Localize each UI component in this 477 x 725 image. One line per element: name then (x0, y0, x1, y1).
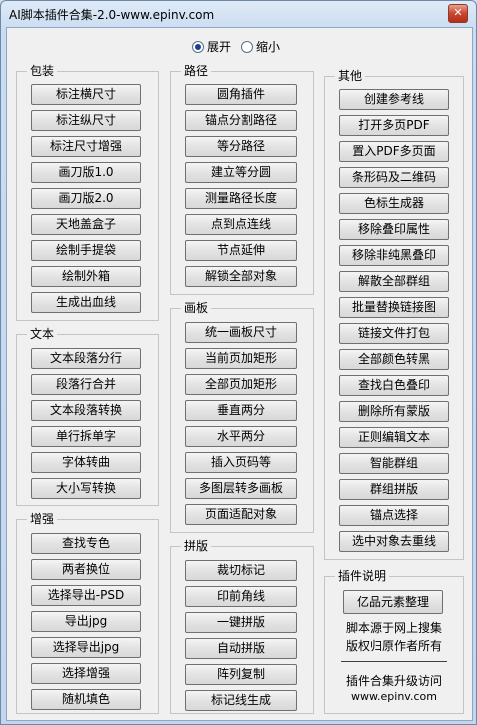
app-window: AI脚本插件合集-2.0-www.epinv.com ✕ 展开 缩小 包装 标注… (0, 0, 477, 725)
collapse-radio[interactable]: 缩小 (241, 38, 280, 55)
button-text-1[interactable]: 段落行合并 (31, 374, 141, 395)
button-packaging-4[interactable]: 画刀版2.0 (31, 188, 141, 209)
group-packaging-title: 包装 (27, 64, 58, 79)
button-enhance-5[interactable]: 选择增强 (31, 663, 141, 684)
button-packaging-6[interactable]: 绘制手提袋 (31, 240, 141, 261)
button-enhance-4[interactable]: 选择导出jpg (31, 637, 141, 658)
button-path-4[interactable]: 测量路径长度 (185, 188, 297, 209)
button-other-12[interactable]: 删除所有蒙版 (339, 401, 449, 422)
button-imposition-5[interactable]: 标记线生成 (185, 690, 297, 711)
button-other-5[interactable]: 移除叠印属性 (339, 219, 449, 240)
button-other-13[interactable]: 正则编辑文本 (339, 427, 449, 448)
button-other-6[interactable]: 移除非纯黑叠印 (339, 245, 449, 266)
button-text-3[interactable]: 单行拆单字 (31, 426, 141, 447)
group-path-title: 路径 (181, 64, 212, 79)
collapse-radio-label: 缩小 (256, 40, 281, 54)
about-line-3: 插件合集升级访问 (345, 674, 442, 688)
group-about: 插件说明 亿品元素整理 脚本源于网上搜集 版权归原作者所有 插件合集升级访问 w… (324, 569, 464, 714)
button-path-6[interactable]: 节点延伸 (185, 240, 297, 261)
group-imposition-title: 拼版 (181, 539, 212, 554)
button-packaging-7[interactable]: 绘制外箱 (31, 266, 141, 287)
button-imposition-4[interactable]: 阵列复制 (185, 664, 297, 685)
button-other-15[interactable]: 群组拼版 (339, 479, 449, 500)
button-path-3[interactable]: 建立等分圆 (185, 162, 297, 183)
button-other-3[interactable]: 条形码及二维码 (339, 167, 449, 188)
button-enhance-1[interactable]: 两者换位 (31, 559, 141, 580)
button-other-1[interactable]: 打开多页PDF (339, 115, 449, 136)
button-packaging-3[interactable]: 画刀版1.0 (31, 162, 141, 183)
button-other-9[interactable]: 链接文件打包 (339, 323, 449, 344)
about-divider (341, 661, 447, 662)
button-other-7[interactable]: 解散全部群组 (339, 271, 449, 292)
button-imposition-0[interactable]: 裁切标记 (185, 560, 297, 581)
button-imposition-1[interactable]: 印前角线 (185, 586, 297, 607)
button-other-8[interactable]: 批量替换链接图 (339, 297, 449, 318)
button-text-5[interactable]: 大小写转换 (31, 478, 141, 499)
window-title: AI脚本插件合集-2.0-www.epinv.com (9, 8, 215, 22)
mode-radio-group: 展开 缩小 (7, 38, 472, 56)
button-artboard-5[interactable]: 插入页码等 (185, 452, 297, 473)
button-other-2[interactable]: 置入PDF多页面 (339, 141, 449, 162)
button-other-10[interactable]: 全部颜色转黑 (339, 349, 449, 370)
close-button[interactable]: ✕ (448, 4, 468, 23)
expand-radio[interactable]: 展开 (192, 38, 231, 55)
group-path: 路径 圆角插件 锚点分割路径 等分路径 建立等分圆 测量路径长度 点到点连线 节… (170, 64, 314, 295)
button-packaging-2[interactable]: 标注尺寸增强 (31, 136, 141, 157)
about-button[interactable]: 亿品元素整理 (343, 590, 443, 614)
button-packaging-1[interactable]: 标注纵尺寸 (31, 110, 141, 131)
button-path-2[interactable]: 等分路径 (185, 136, 297, 157)
button-other-17[interactable]: 选中对象去重线 (339, 531, 449, 552)
button-path-7[interactable]: 解锁全部对象 (185, 266, 297, 287)
button-text-2[interactable]: 文本段落转换 (31, 400, 141, 421)
button-enhance-6[interactable]: 随机填色 (31, 689, 141, 710)
radio-unselected-icon (241, 40, 253, 53)
group-other-title: 其他 (335, 69, 366, 84)
button-other-11[interactable]: 查找白色叠印 (339, 375, 449, 396)
group-imposition: 拼版 裁切标记 印前角线 一键拼版 自动拼版 阵列复制 标记线生成 (170, 539, 314, 714)
button-path-5[interactable]: 点到点连线 (185, 214, 297, 235)
group-enhance-title: 增强 (27, 512, 58, 527)
button-artboard-3[interactable]: 垂直两分 (185, 400, 297, 421)
group-about-title: 插件说明 (335, 569, 390, 584)
button-other-4[interactable]: 色标生成器 (339, 193, 449, 214)
button-artboard-0[interactable]: 统一画板尺寸 (185, 322, 297, 343)
button-packaging-0[interactable]: 标注横尺寸 (31, 84, 141, 105)
group-other: 其他 创建参考线 打开多页PDF 置入PDF多页面 条形码及二维码 色标生成器 … (324, 69, 464, 560)
about-line-2: 版权归原作者所有 (345, 639, 442, 653)
button-other-0[interactable]: 创建参考线 (339, 89, 449, 110)
radio-selected-icon (192, 40, 204, 53)
button-other-16[interactable]: 锚点选择 (339, 505, 449, 526)
group-text: 文本 文本段落分行 段落行合并 文本段落转换 单行拆单字 字体转曲 大小写转换 (16, 327, 159, 506)
group-packaging: 包装 标注横尺寸 标注纵尺寸 标注尺寸增强 画刀版1.0 画刀版2.0 天地盖盒… (16, 64, 159, 321)
group-text-title: 文本 (27, 327, 58, 342)
group-artboard: 画板 统一画板尺寸 当前页加矩形 全部页加矩形 垂直两分 水平两分 插入页码等 … (170, 301, 314, 533)
about-url[interactable]: www.epinv.com (325, 690, 463, 703)
button-enhance-3[interactable]: 导出jpg (31, 611, 141, 632)
main-panel: 展开 缩小 包装 标注横尺寸 标注纵尺寸 标注尺寸增强 画刀版1.0 画刀版2.… (6, 27, 473, 721)
about-line-1: 脚本源于网上搜集 (345, 621, 442, 635)
button-artboard-2[interactable]: 全部页加矩形 (185, 374, 297, 395)
button-artboard-1[interactable]: 当前页加矩形 (185, 348, 297, 369)
button-path-1[interactable]: 锚点分割路径 (185, 110, 297, 131)
title-bar[interactable]: AI脚本插件合集-2.0-www.epinv.com ✕ (1, 1, 476, 27)
group-enhance: 增强 查找专色 两者换位 选择导出-PSD 导出jpg 选择导出jpg 选择增强… (16, 512, 159, 714)
button-artboard-4[interactable]: 水平两分 (185, 426, 297, 447)
expand-radio-label: 展开 (207, 40, 232, 54)
button-enhance-0[interactable]: 查找专色 (31, 533, 141, 554)
button-text-0[interactable]: 文本段落分行 (31, 348, 141, 369)
group-artboard-title: 画板 (181, 301, 212, 316)
button-text-4[interactable]: 字体转曲 (31, 452, 141, 473)
button-artboard-6[interactable]: 多图层转多画板 (185, 478, 297, 499)
button-path-0[interactable]: 圆角插件 (185, 84, 297, 105)
button-packaging-8[interactable]: 生成出血线 (31, 292, 141, 313)
button-imposition-3[interactable]: 自动拼版 (185, 638, 297, 659)
button-other-14[interactable]: 智能群组 (339, 453, 449, 474)
button-enhance-2[interactable]: 选择导出-PSD (31, 585, 141, 606)
button-packaging-5[interactable]: 天地盖盒子 (31, 214, 141, 235)
button-artboard-7[interactable]: 页面适配对象 (185, 504, 297, 525)
button-imposition-2[interactable]: 一键拼版 (185, 612, 297, 633)
